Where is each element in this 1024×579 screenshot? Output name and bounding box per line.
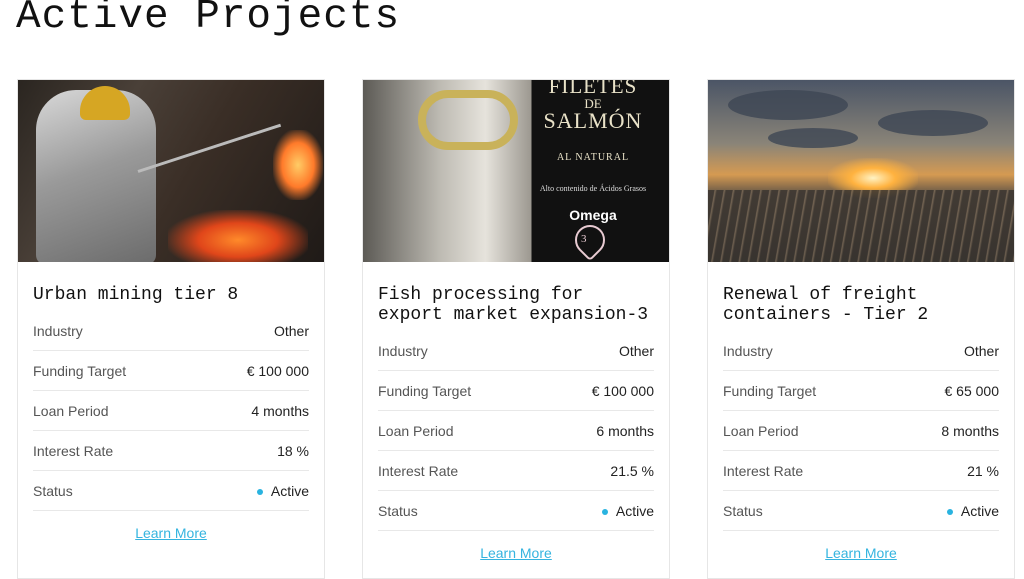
field-funding-target: Funding Target € 100 000 bbox=[378, 371, 654, 411]
field-industry: Industry Other bbox=[33, 312, 309, 351]
field-label: Loan Period bbox=[378, 422, 454, 439]
salmon-tin-image: FILETES DE SALMÓN AL NATURAL Alto conten… bbox=[363, 80, 669, 262]
field-value: 21.5 % bbox=[610, 462, 654, 479]
foundry-worker-image bbox=[18, 80, 324, 262]
status-badge: Active bbox=[946, 502, 999, 519]
field-value: Other bbox=[618, 343, 654, 359]
status-dot-icon bbox=[601, 508, 608, 515]
field-value: € 65 000 bbox=[944, 382, 1000, 399]
field-industry: Industry Other bbox=[378, 332, 654, 371]
tin-label-text: Omega bbox=[569, 207, 617, 223]
field-funding-target: Funding Target € 65 000 bbox=[723, 371, 999, 411]
field-label: Status bbox=[723, 502, 763, 519]
field-industry: Industry Other bbox=[723, 332, 999, 371]
field-value: 6 months bbox=[596, 422, 654, 439]
page-title: Active Projects bbox=[16, 0, 401, 40]
project-card: Renewal of freight containers - Tier 2 I… bbox=[707, 79, 1015, 579]
status-dot-icon bbox=[946, 508, 953, 515]
status-badge: Active bbox=[256, 482, 309, 499]
learn-more-link[interactable]: Learn More bbox=[33, 525, 309, 541]
field-label: Funding Target bbox=[33, 362, 127, 379]
field-funding-target: Funding Target € 100 000 bbox=[33, 351, 309, 391]
field-loan-period: Loan Period 6 months bbox=[378, 411, 654, 451]
field-value: Other bbox=[273, 323, 309, 339]
project-title: Fish processing for export market expans… bbox=[378, 285, 649, 325]
project-card: Urban mining tier 8 Industry Other Fundi… bbox=[17, 79, 325, 579]
field-status: Status Active bbox=[378, 491, 654, 531]
field-label: Status bbox=[378, 502, 418, 519]
field-label: Interest Rate bbox=[33, 442, 114, 459]
project-title: Renewal of freight containers - Tier 2 bbox=[723, 285, 929, 325]
field-label: Interest Rate bbox=[723, 462, 804, 479]
status-text: Active bbox=[960, 502, 999, 519]
field-label: Status bbox=[33, 482, 73, 499]
field-value: 4 months bbox=[251, 402, 309, 419]
field-label: Industry bbox=[33, 323, 83, 339]
learn-more-link[interactable]: Learn More bbox=[723, 545, 999, 561]
project-card: FILETES DE SALMÓN AL NATURAL Alto conten… bbox=[362, 79, 670, 579]
learn-more-link[interactable]: Learn More bbox=[378, 545, 654, 561]
field-loan-period: Loan Period 4 months bbox=[33, 391, 309, 431]
field-label: Funding Target bbox=[723, 382, 817, 399]
field-interest-rate: Interest Rate 21.5 % bbox=[378, 451, 654, 491]
field-status: Status Active bbox=[723, 491, 999, 531]
status-text: Active bbox=[270, 482, 309, 499]
tin-label-text: SALMÓN bbox=[543, 108, 643, 133]
field-value: Other bbox=[963, 343, 999, 359]
field-value: 8 months bbox=[941, 422, 999, 439]
field-value: € 100 000 bbox=[246, 362, 309, 379]
tin-label-text: 3 bbox=[581, 233, 587, 245]
field-interest-rate: Interest Rate 18 % bbox=[33, 431, 309, 471]
field-interest-rate: Interest Rate 21 % bbox=[723, 451, 999, 491]
project-title: Urban mining tier 8 bbox=[33, 285, 239, 305]
field-label: Funding Target bbox=[378, 382, 472, 399]
field-label: Industry bbox=[378, 343, 428, 359]
field-value: 18 % bbox=[277, 442, 309, 459]
field-value: € 100 000 bbox=[591, 382, 654, 399]
field-label: Loan Period bbox=[33, 402, 109, 419]
field-label: Interest Rate bbox=[378, 462, 459, 479]
tin-label-text: AL NATURAL bbox=[556, 152, 630, 163]
status-badge: Active bbox=[601, 502, 654, 519]
heart-icon bbox=[568, 218, 612, 262]
field-label: Industry bbox=[723, 343, 773, 359]
status-text: Active bbox=[615, 502, 654, 519]
field-loan-period: Loan Period 8 months bbox=[723, 411, 999, 451]
field-value: 21 % bbox=[967, 462, 999, 479]
rail-yard-sunset-image bbox=[708, 80, 1014, 262]
status-dot-icon bbox=[256, 488, 263, 495]
tin-label-text: Alto contenido de Ácidos Grasos bbox=[539, 184, 647, 193]
field-label: Loan Period bbox=[723, 422, 799, 439]
field-status: Status Active bbox=[33, 471, 309, 511]
